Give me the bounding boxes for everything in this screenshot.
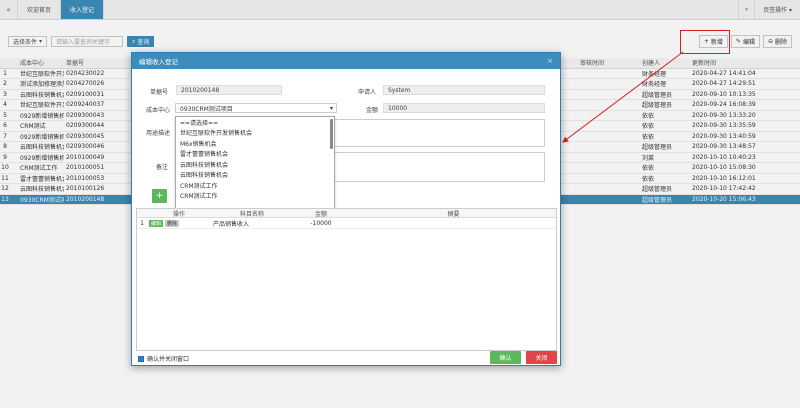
chevron-down-icon: ▾ — [329, 104, 333, 112]
close-button[interactable]: 关闭 — [526, 351, 557, 364]
row-delete-button[interactable]: 删除 — [165, 219, 180, 227]
dropdown-option[interactable]: 雷才蕾蕾销售机会 — [176, 149, 334, 160]
subgrid-header-op: 操作 — [147, 209, 209, 218]
note-label: 备注 — [156, 164, 169, 171]
amount-field[interactable]: 10000 — [383, 103, 545, 113]
subgrid-header-op-label: 操作 — [172, 210, 185, 218]
dropdown-option[interactable]: CRM测试工作 — [176, 180, 334, 191]
subgrid-header-amount: 金额 — [314, 210, 327, 218]
dropdown-options: ==请选择== 世纪互联软件开发销售机会 M6x销售机会 雷才蕾蕾销售机会 云图科技销售… — [176, 117, 334, 201]
edit-income-modal: 编辑收入登记 × 单据号 2010200148 申请人 System 成本中心 … — [131, 52, 561, 366]
subgrid-header-subject: 科目名称 — [239, 210, 264, 218]
add-row-button[interactable]: + — [152, 189, 167, 203]
modal-header: 编辑收入登记 × — [132, 53, 560, 69]
center-select-value: 0930CRM测试项目 — [180, 105, 233, 113]
subgrid-header-note: 摘要 — [447, 210, 460, 218]
dropdown-option[interactable]: ==请选择== — [176, 117, 334, 128]
applicant-field[interactable]: System — [383, 85, 545, 95]
center-select[interactable]: 0930CRM测试项目 ▾ — [175, 103, 337, 113]
center-label: 成本中心 — [146, 107, 171, 114]
confirm-close-option[interactable]: 确认并关闭窗口 — [138, 354, 189, 363]
dropdown-option[interactable]: 世纪互联软件开发销售机会 — [176, 128, 334, 139]
detail-subgrid: 操作 科目名称 金额 摘要 1 编辑 删除 产品销售收入 -10000 — [136, 208, 557, 351]
desc-label: 用途描述 — [146, 130, 171, 137]
dropdown-option[interactable]: M6x销售机会 — [176, 138, 334, 149]
applicant-label: 申请人 — [358, 89, 377, 96]
center-dropdown-list: ==请选择== 世纪互联软件开发销售机会 M6x销售机会 雷才蕾蕾销售机会 云图科技销售… — [175, 116, 335, 214]
subgrid-row-num: 1 — [140, 219, 144, 227]
confirm-button[interactable]: 确认 — [490, 351, 521, 364]
subgrid-row: 1 编辑 删除 产品销售收入 -10000 — [137, 218, 556, 229]
confirm-close-label: 确认并关闭窗口 — [147, 356, 190, 363]
subgrid-row-ops: 编辑 删除 — [147, 219, 209, 227]
row-edit-button[interactable]: 编辑 — [149, 219, 164, 227]
bill-field[interactable]: 2010200148 — [176, 85, 282, 95]
subgrid-row-amount[interactable]: -10000 — [291, 220, 351, 227]
subgrid-row-subject[interactable]: 产品销售收入 — [209, 219, 291, 228]
dropdown-scrollbar[interactable] — [330, 119, 333, 149]
amount-label: 金额 — [366, 107, 379, 114]
dropdown-option[interactable]: 云图科技销售机会 — [176, 170, 334, 181]
plus-icon: + — [155, 191, 164, 201]
dropdown-option[interactable]: CRM测试工作 — [176, 191, 334, 202]
subgrid-header: 操作 科目名称 金额 摘要 — [137, 209, 556, 218]
dropdown-option[interactable]: 云图科技销售机会 — [176, 159, 334, 170]
confirm-close-checkbox[interactable] — [138, 355, 144, 362]
close-icon[interactable]: × — [547, 57, 553, 65]
bill-label: 单据号 — [150, 89, 169, 96]
modal-title: 编辑收入登记 — [139, 58, 178, 66]
